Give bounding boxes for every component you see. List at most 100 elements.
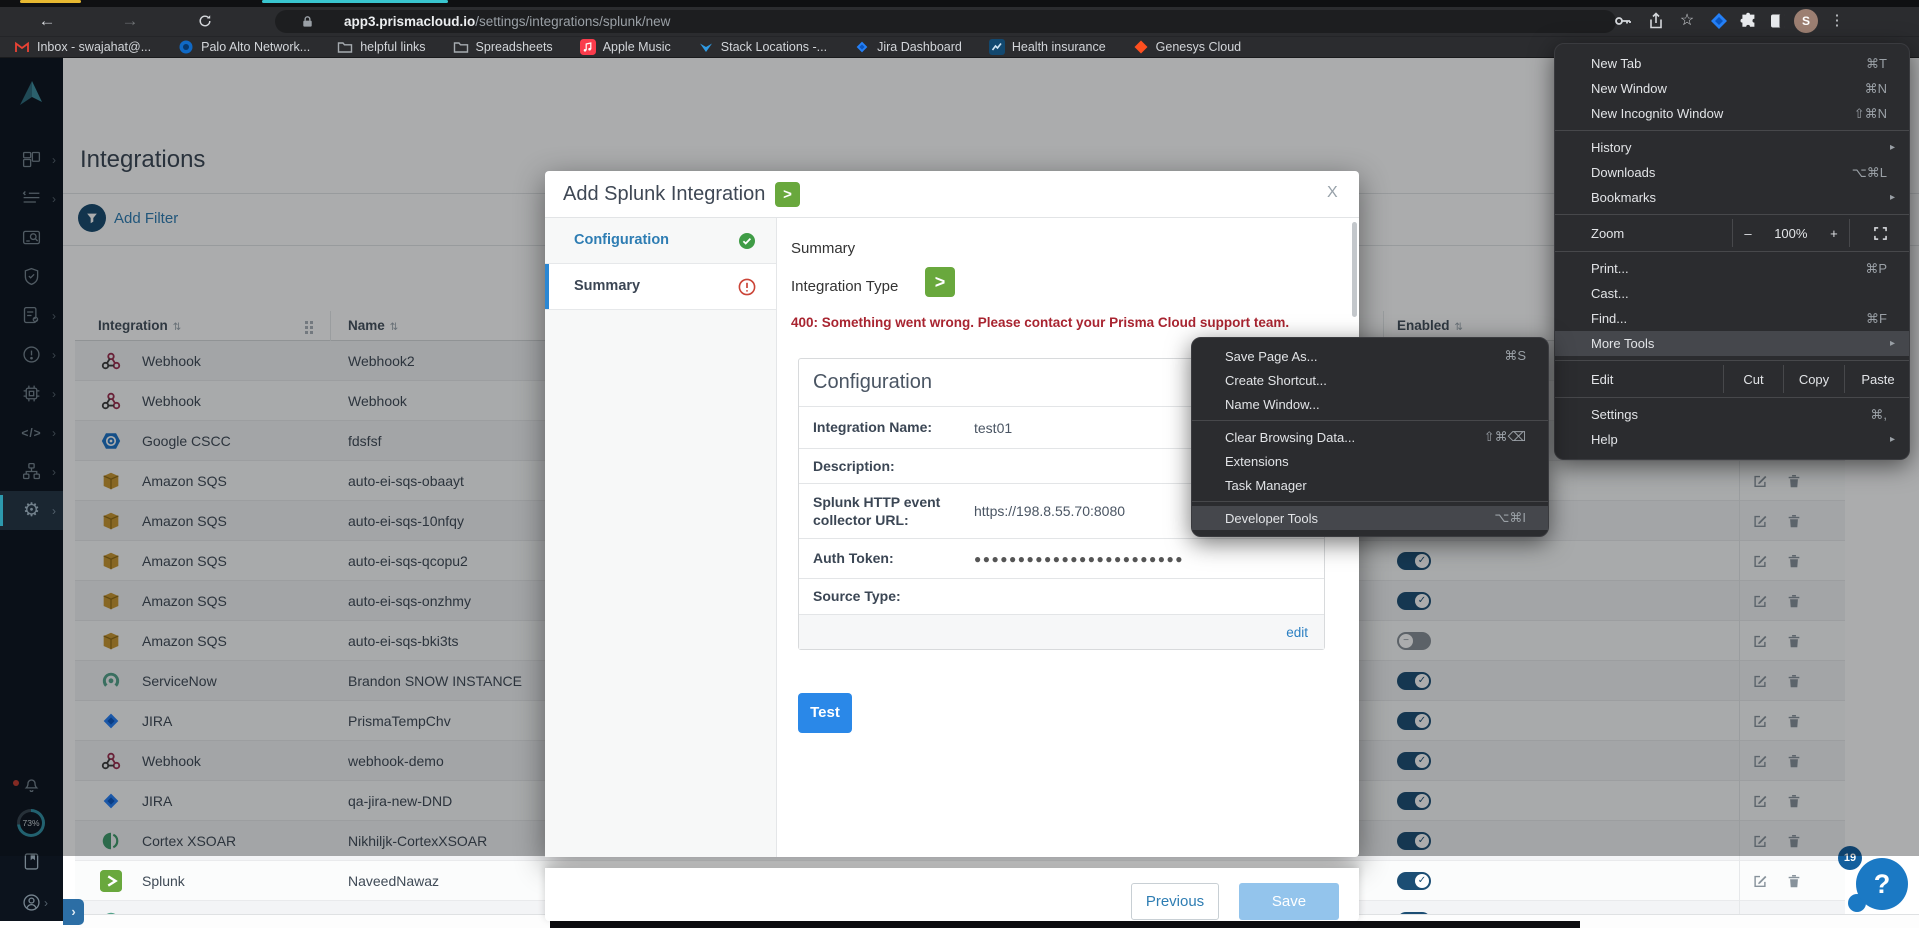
- menu-shortcut: ⌥⌘L: [1852, 165, 1887, 181]
- menu-item-history[interactable]: History▸: [1555, 135, 1909, 160]
- menu-item-label: Bookmarks: [1591, 190, 1656, 205]
- bookmark-genesys-cloud[interactable]: Genesys Cloud: [1133, 39, 1241, 55]
- tab-loading-accent-cyan: [262, 0, 448, 3]
- bookmark-star-icon[interactable]: ☆: [1677, 9, 1697, 33]
- step-error-icon: [738, 278, 756, 296]
- menu-item-settings[interactable]: Settings⌘,: [1555, 402, 1909, 427]
- submenu-item-clear-browsing-data[interactable]: Clear Browsing Data...⇧⌘⌫: [1192, 425, 1548, 449]
- bookmark-jira-dashboard[interactable]: Jira Dashboard: [854, 39, 962, 55]
- menu-divider: [1555, 214, 1909, 215]
- test-button[interactable]: Test: [798, 693, 852, 733]
- modal-title: Add Splunk Integration: [563, 183, 765, 206]
- close-icon[interactable]: X: [1327, 184, 1338, 202]
- submenu-item-developer-tools[interactable]: Developer Tools⌥⌘I: [1192, 506, 1548, 530]
- menu-item-new-incognito-window[interactable]: New Incognito Window ⇧⌘N: [1555, 101, 1909, 126]
- config-field-source-type: Source Type:: [799, 579, 1324, 615]
- menu-item-print[interactable]: Print...⌘P: [1555, 256, 1909, 281]
- menu-item-new-tab[interactable]: New Tab⌘T: [1555, 51, 1909, 76]
- profile-icon[interactable]: [21, 892, 42, 913]
- menu-item-label: Task Manager: [1225, 478, 1307, 493]
- menu-shortcut: ⇧⌘N: [1854, 106, 1887, 122]
- submenu-item-save-page-as[interactable]: Save Page As...⌘S: [1192, 344, 1548, 368]
- password-key-icon[interactable]: [1613, 11, 1633, 31]
- url-bar[interactable]: app3.prismacloud.io/settings/integration…: [275, 10, 1616, 33]
- summary-heading: Summary: [791, 240, 855, 257]
- bookmark-apple-music[interactable]: Apple Music: [580, 39, 671, 55]
- edit-icon[interactable]: [1752, 873, 1768, 889]
- modal-scrollbar[interactable]: [1352, 222, 1357, 317]
- submenu-item-create-shortcut[interactable]: Create Shortcut...: [1192, 368, 1548, 392]
- integration-type-cell: Splunk: [142, 873, 185, 889]
- field-value: https://198.8.55.70:8080: [974, 503, 1125, 519]
- menu-item-new-window[interactable]: New Window⌘N: [1555, 76, 1909, 101]
- modal-header: Add Splunk Integration > X: [545, 171, 1359, 218]
- error-message: 400: Something went wrong. Please contac…: [791, 315, 1289, 330]
- share-icon[interactable]: [1646, 11, 1666, 31]
- zoom-out-button[interactable]: –: [1744, 226, 1751, 241]
- menu-item-copy[interactable]: Copy: [1783, 365, 1844, 393]
- bookmark-label: Spreadsheets: [476, 40, 553, 54]
- sidebar-expand-button[interactable]: ›: [63, 899, 84, 925]
- menu-item-label: Cast...: [1591, 286, 1629, 301]
- menu-item-zoom: Zoom–100%+: [1555, 219, 1909, 247]
- profile-avatar[interactable]: S: [1794, 9, 1818, 33]
- forward-button[interactable]: →: [117, 9, 143, 33]
- integration-name-cell: NaveedNawaz: [348, 873, 439, 889]
- modal-footer: Previous Save: [545, 868, 1359, 921]
- browser-menu: New Tab⌘TNew Window⌘NNew Incognito Windo…: [1554, 43, 1910, 460]
- bookmark-helpful-links[interactable]: helpful links: [337, 39, 425, 55]
- menu-item-paste[interactable]: Paste: [1844, 365, 1911, 393]
- bookmark-inbox-swajahat[interactable]: Inbox - swajahat@...: [14, 39, 151, 55]
- step-label: Summary: [574, 278, 640, 294]
- bookmark-health-insurance[interactable]: Health insurance: [989, 39, 1106, 55]
- menu-divider: [1555, 251, 1909, 252]
- menu-item-bookmarks[interactable]: Bookmarks▸: [1555, 185, 1909, 210]
- submenu-item-name-window[interactable]: Name Window...: [1192, 392, 1548, 416]
- previous-button[interactable]: Previous: [1131, 883, 1219, 920]
- menu-shortcut: ⌘F: [1866, 311, 1887, 327]
- toggle-knob: ✓: [1415, 874, 1429, 888]
- fullscreen-icon[interactable]: [1850, 219, 1911, 247]
- side-panel-icon[interactable]: [1768, 11, 1788, 31]
- submenu-item-extensions[interactable]: Extensions: [1192, 449, 1548, 473]
- modal-step-summary[interactable]: Summary: [545, 264, 776, 310]
- menu-divider: [1555, 397, 1909, 398]
- menu-item-downloads[interactable]: Downloads⌥⌘L: [1555, 160, 1909, 185]
- bookmark-stack-locations[interactable]: Stack Locations -...: [698, 39, 827, 55]
- save-button[interactable]: Save: [1239, 883, 1339, 920]
- field-value: test01: [974, 420, 1012, 436]
- menu-item-label: New Incognito Window: [1591, 106, 1723, 121]
- browser-menu-kebab-icon[interactable]: ⋮: [1827, 9, 1847, 33]
- reload-button[interactable]: [192, 9, 218, 33]
- submenu-item-task-manager[interactable]: Task Manager: [1192, 473, 1548, 497]
- step-label: Configuration: [574, 232, 669, 248]
- submenu-arrow-icon: ▸: [1890, 434, 1895, 445]
- zoom-in-button[interactable]: +: [1830, 226, 1838, 241]
- bookmark-spreadsheets[interactable]: Spreadsheets: [453, 39, 553, 55]
- modal-step-configuration[interactable]: Configuration: [545, 218, 776, 264]
- menu-item-cast[interactable]: Cast...: [1555, 281, 1909, 306]
- help-question-icon[interactable]: ?: [1856, 858, 1908, 910]
- jira-extension-icon[interactable]: [1709, 11, 1729, 31]
- lock-icon: [300, 14, 315, 29]
- field-label: Source Type:: [813, 587, 974, 605]
- menu-item-find[interactable]: Find...⌘F: [1555, 306, 1909, 331]
- enabled-toggle[interactable]: ✓: [1397, 872, 1431, 890]
- folder-icon: [337, 39, 353, 55]
- tab-strip: [0, 0, 1919, 7]
- submenu-arrow-icon: ▸: [1890, 338, 1895, 349]
- extensions-puzzle-icon[interactable]: [1739, 11, 1759, 31]
- apple-music-icon: [580, 39, 596, 55]
- bookmark-palo-alto-network[interactable]: Palo Alto Network...: [178, 39, 310, 55]
- submenu-arrow-icon: ▸: [1890, 142, 1895, 153]
- menu-item-more-tools[interactable]: More Tools▸: [1555, 331, 1909, 356]
- menu-item-help[interactable]: Help▸: [1555, 427, 1909, 452]
- menu-divider: [1555, 130, 1909, 131]
- field-label: Splunk HTTP event collector URL:: [813, 493, 974, 529]
- trash-icon[interactable]: [1786, 873, 1802, 889]
- menu-item-label: Print...: [1591, 261, 1629, 276]
- menu-item-label: Name Window...: [1225, 397, 1320, 412]
- menu-item-cut[interactable]: Cut: [1723, 365, 1783, 393]
- back-button[interactable]: ←: [34, 9, 60, 33]
- edit-link[interactable]: edit: [1286, 625, 1308, 640]
